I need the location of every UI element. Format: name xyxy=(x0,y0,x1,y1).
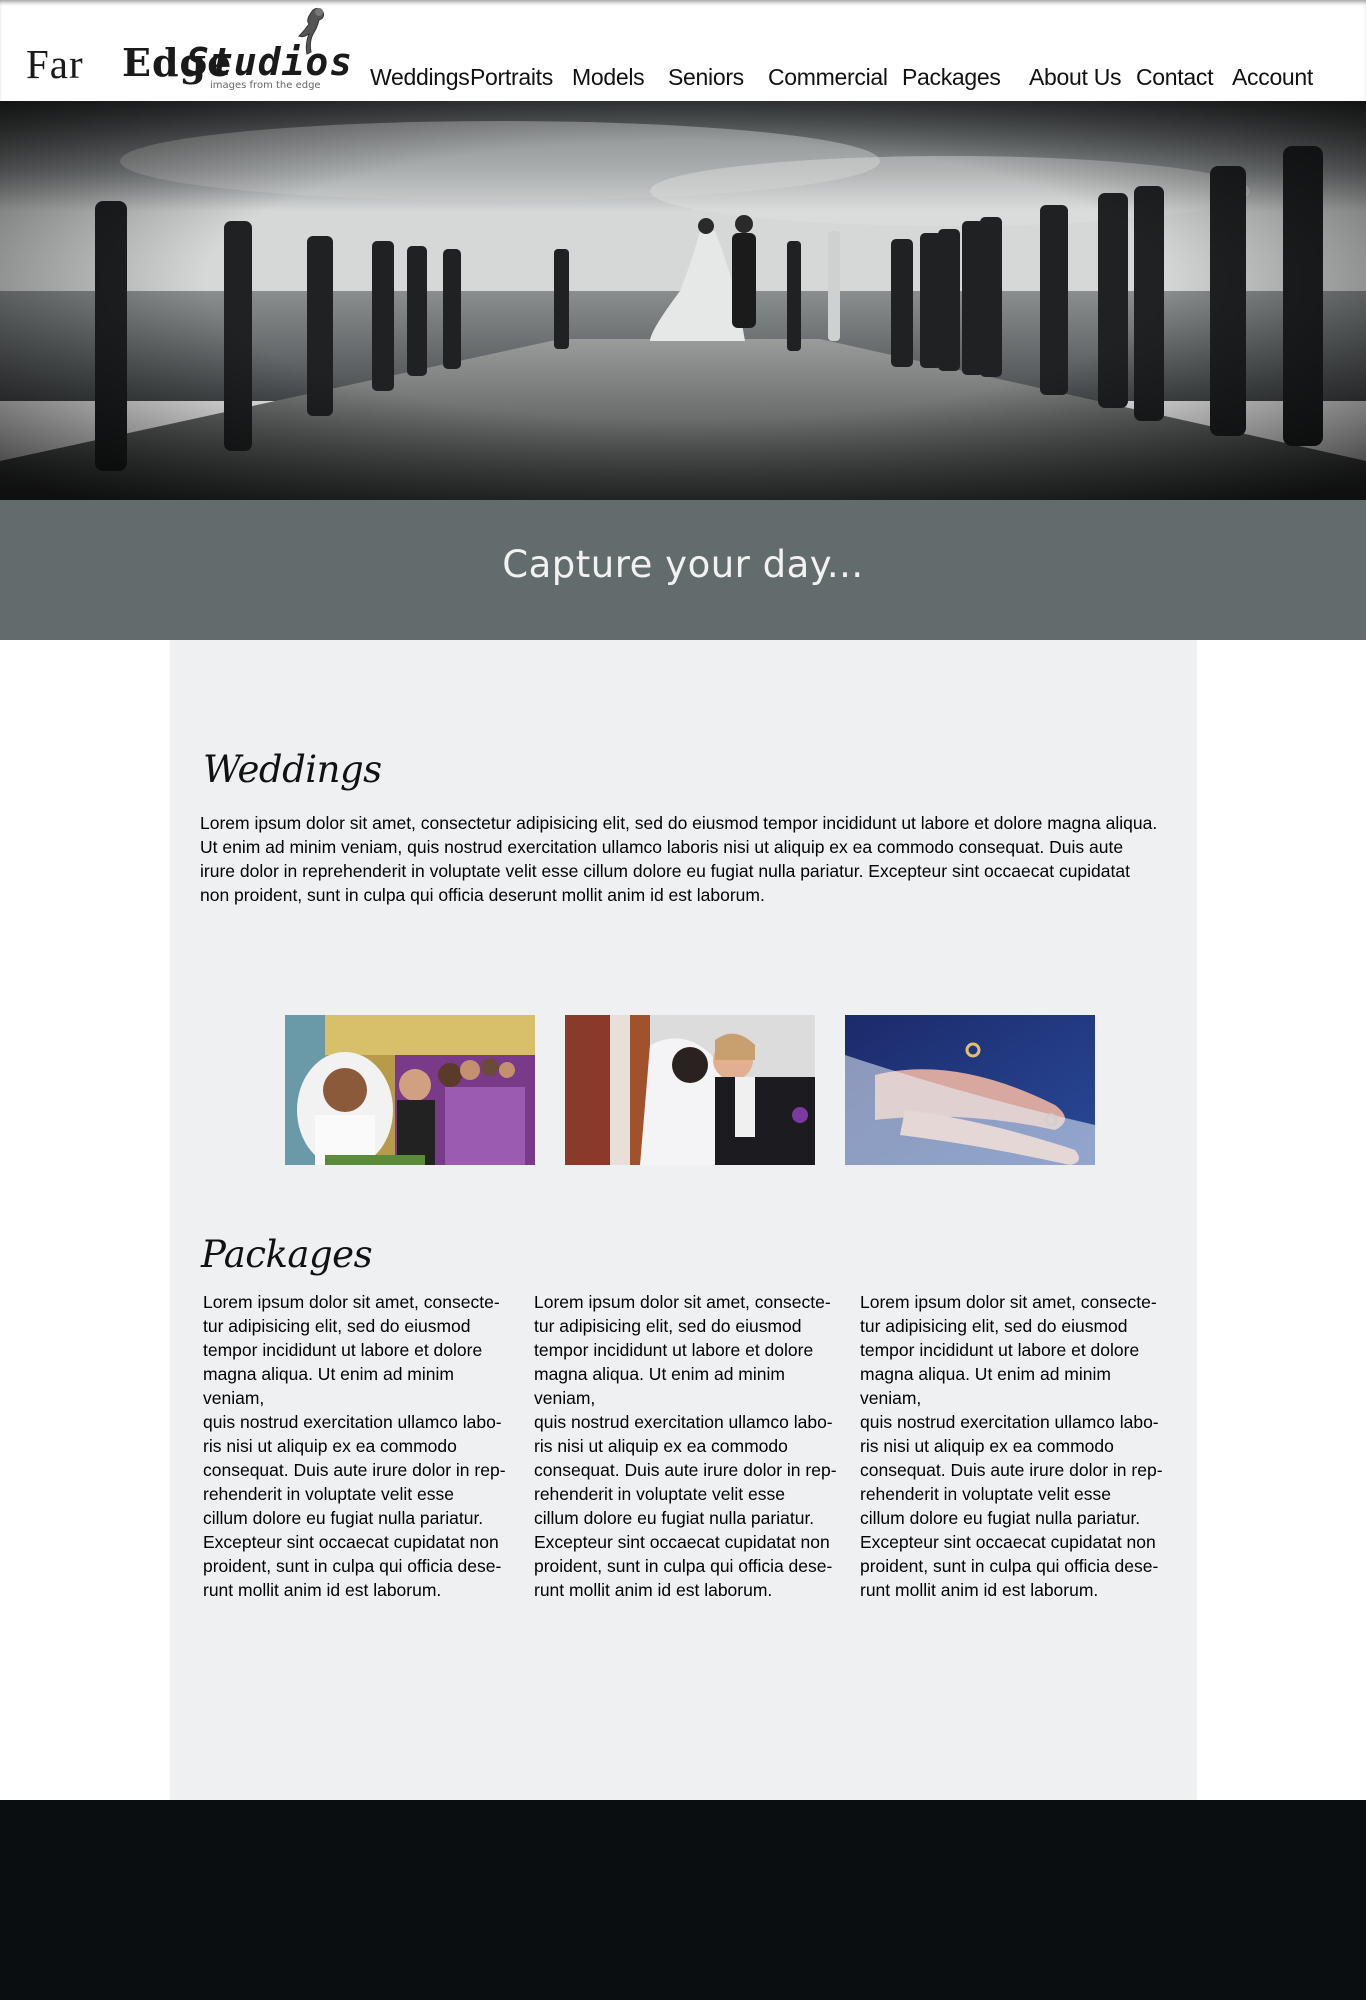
nav-commercial[interactable]: Commercial xyxy=(768,64,888,91)
hero-pier-photo xyxy=(0,101,1366,500)
logo-tagline: images from the edge xyxy=(210,80,321,91)
nav-models[interactable]: Models xyxy=(572,64,645,91)
packages-heading: Packages xyxy=(201,1233,373,1276)
nav-packages[interactable]: Packages xyxy=(902,64,1001,91)
wedding-rings-photo xyxy=(845,1015,1095,1165)
gallery-thumb-bridal-party[interactable] xyxy=(285,1015,535,1165)
nav-seniors[interactable]: Seniors xyxy=(668,64,744,91)
nav-weddings[interactable]: Weddings xyxy=(370,64,470,91)
hero-image xyxy=(0,101,1366,500)
site-footer xyxy=(0,1800,1366,2000)
nav-contact[interactable]: Contact xyxy=(1136,64,1213,91)
nav-about-us[interactable]: About Us xyxy=(1029,64,1122,91)
gallery-thumb-rings[interactable] xyxy=(845,1015,1095,1165)
hero-tagline: Capture your day... xyxy=(502,543,864,586)
wedding-kiss-photo xyxy=(565,1015,815,1165)
site-logo[interactable]: Far Edge Studios images from the edge xyxy=(22,6,352,94)
package-column-2: Lorem ipsum dolor sit amet, consecte- tu… xyxy=(534,1292,837,1600)
package-column-1: Lorem ipsum dolor sit amet, consecte- tu… xyxy=(203,1292,506,1600)
gallery-thumb-kiss[interactable] xyxy=(565,1015,815,1165)
nav-account[interactable]: Account xyxy=(1232,64,1313,91)
package-column-3: Lorem ipsum dolor sit amet, consecte- tu… xyxy=(860,1292,1163,1600)
logo-figure-icon xyxy=(298,7,324,55)
weddings-heading: Weddings xyxy=(203,748,382,791)
weddings-intro-text: Lorem ipsum dolor sit amet, consectetur … xyxy=(200,813,1158,905)
logo-word-far: Far xyxy=(26,41,84,87)
nav-portraits[interactable]: Portraits xyxy=(470,64,553,91)
site-header: Far Edge Studios images from the edge We… xyxy=(0,0,1366,101)
bridal-party-photo xyxy=(285,1015,535,1165)
